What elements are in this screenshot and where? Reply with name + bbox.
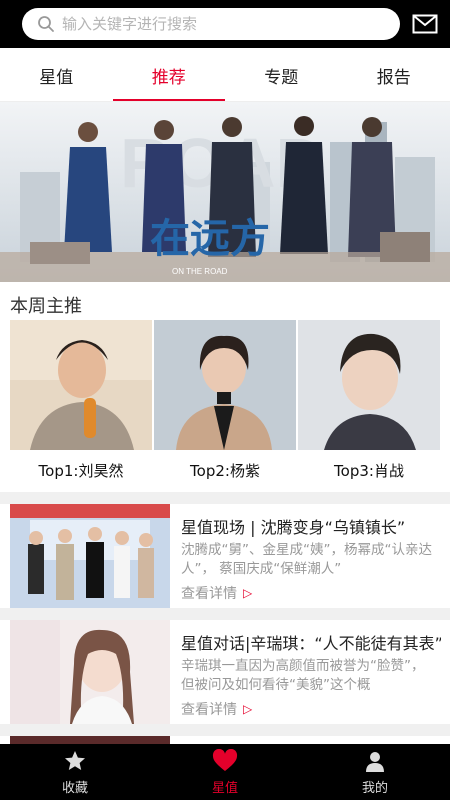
- nav-favorites[interactable]: 收藏: [0, 744, 150, 800]
- star-label: Top1:刘昊然: [38, 462, 124, 480]
- star-icon: [63, 749, 87, 773]
- star-card[interactable]: Top2:杨紫: [154, 320, 296, 490]
- nav-label: 收藏: [61, 780, 88, 796]
- banner-image: ROAD 在远方 ON THE ROAD: [0, 102, 450, 282]
- article-description: 辛瑞琪一直因为高颜值而被誉为“脸赞”，但被问及如何看待“美貌”这个概: [181, 658, 425, 693]
- star-card[interactable]: Top3:肖战: [298, 320, 440, 490]
- tab-xingzhi[interactable]: 星值: [0, 48, 113, 102]
- banner-carousel[interactable]: ROAD 在远方 ON THE ROAD: [0, 102, 450, 282]
- mail-icon[interactable]: [412, 13, 438, 35]
- banner-subtitle: ON THE ROAD: [172, 267, 228, 276]
- top-bar: [0, 0, 450, 48]
- star-card[interactable]: Top1:刘昊然: [10, 320, 152, 490]
- category-tabs: 星值 推荐 专题 报告: [0, 48, 450, 102]
- article-thumbnail: [10, 736, 170, 744]
- view-details-link[interactable]: 查看详情 ▷: [181, 699, 252, 719]
- user-icon: [363, 749, 387, 773]
- view-details-link[interactable]: 查看详情 ▷: [181, 583, 252, 603]
- star-photo: [298, 320, 440, 450]
- nav-mine[interactable]: 我的: [300, 744, 450, 800]
- star-photo: [154, 320, 296, 450]
- weekly-stars: Top1:刘昊然 Top2:杨紫 Top3:肖战: [0, 320, 450, 490]
- article-title: 星值现场 | 沈腾变身“乌镇镇长”: [181, 518, 406, 537]
- article-description: 沈腾成“舅”、金星成“姨”，杨幂成“认亲达人”， 蔡国庆成“保鲜潮人”: [181, 542, 432, 577]
- play-arrow-icon: ▷: [243, 586, 253, 600]
- view-details-label: 查看详情: [181, 702, 237, 718]
- star-photo: [10, 320, 152, 450]
- nav-xingzhi[interactable]: 星值: [150, 744, 300, 800]
- article-thumbnail: [10, 620, 170, 724]
- bottom-nav: 收藏 星值 我的: [0, 744, 450, 800]
- article-thumbnail: [10, 504, 170, 608]
- nav-label: 星值: [211, 780, 238, 796]
- section-title-weekly: 本周主推: [10, 296, 82, 317]
- nav-label: 我的: [361, 780, 388, 796]
- play-arrow-icon: ▷: [243, 702, 253, 716]
- article-title: 星值对话|辛瑞琪：“人不能徒有其表”: [181, 634, 441, 653]
- article-item[interactable]: [0, 736, 450, 744]
- star-label: Top2:杨紫: [190, 462, 260, 480]
- heart-icon: [212, 748, 238, 773]
- banner-title-art: 在远方: [150, 215, 270, 262]
- star-label: Top3:肖战: [334, 462, 404, 480]
- tab-reports[interactable]: 报告: [338, 48, 450, 102]
- search-input[interactable]: [62, 15, 382, 33]
- article-list: 星值现场 | 沈腾变身“乌镇镇长” 沈腾成“舅”、金星成“姨”，杨幂成“认亲达人…: [0, 492, 450, 744]
- tab-recommend[interactable]: 推荐: [112, 48, 226, 102]
- view-details-label: 查看详情: [181, 586, 237, 602]
- search-box[interactable]: [22, 8, 400, 40]
- search-icon: [36, 14, 56, 34]
- article-item[interactable]: 星值现场 | 沈腾变身“乌镇镇长” 沈腾成“舅”、金星成“姨”，杨幂成“认亲达人…: [0, 504, 450, 608]
- article-item[interactable]: 星值对话|辛瑞琪：“人不能徒有其表” 辛瑞琪一直因为高颜值而被誉为“脸赞”，但被…: [0, 620, 450, 724]
- tab-topics[interactable]: 专题: [225, 48, 338, 102]
